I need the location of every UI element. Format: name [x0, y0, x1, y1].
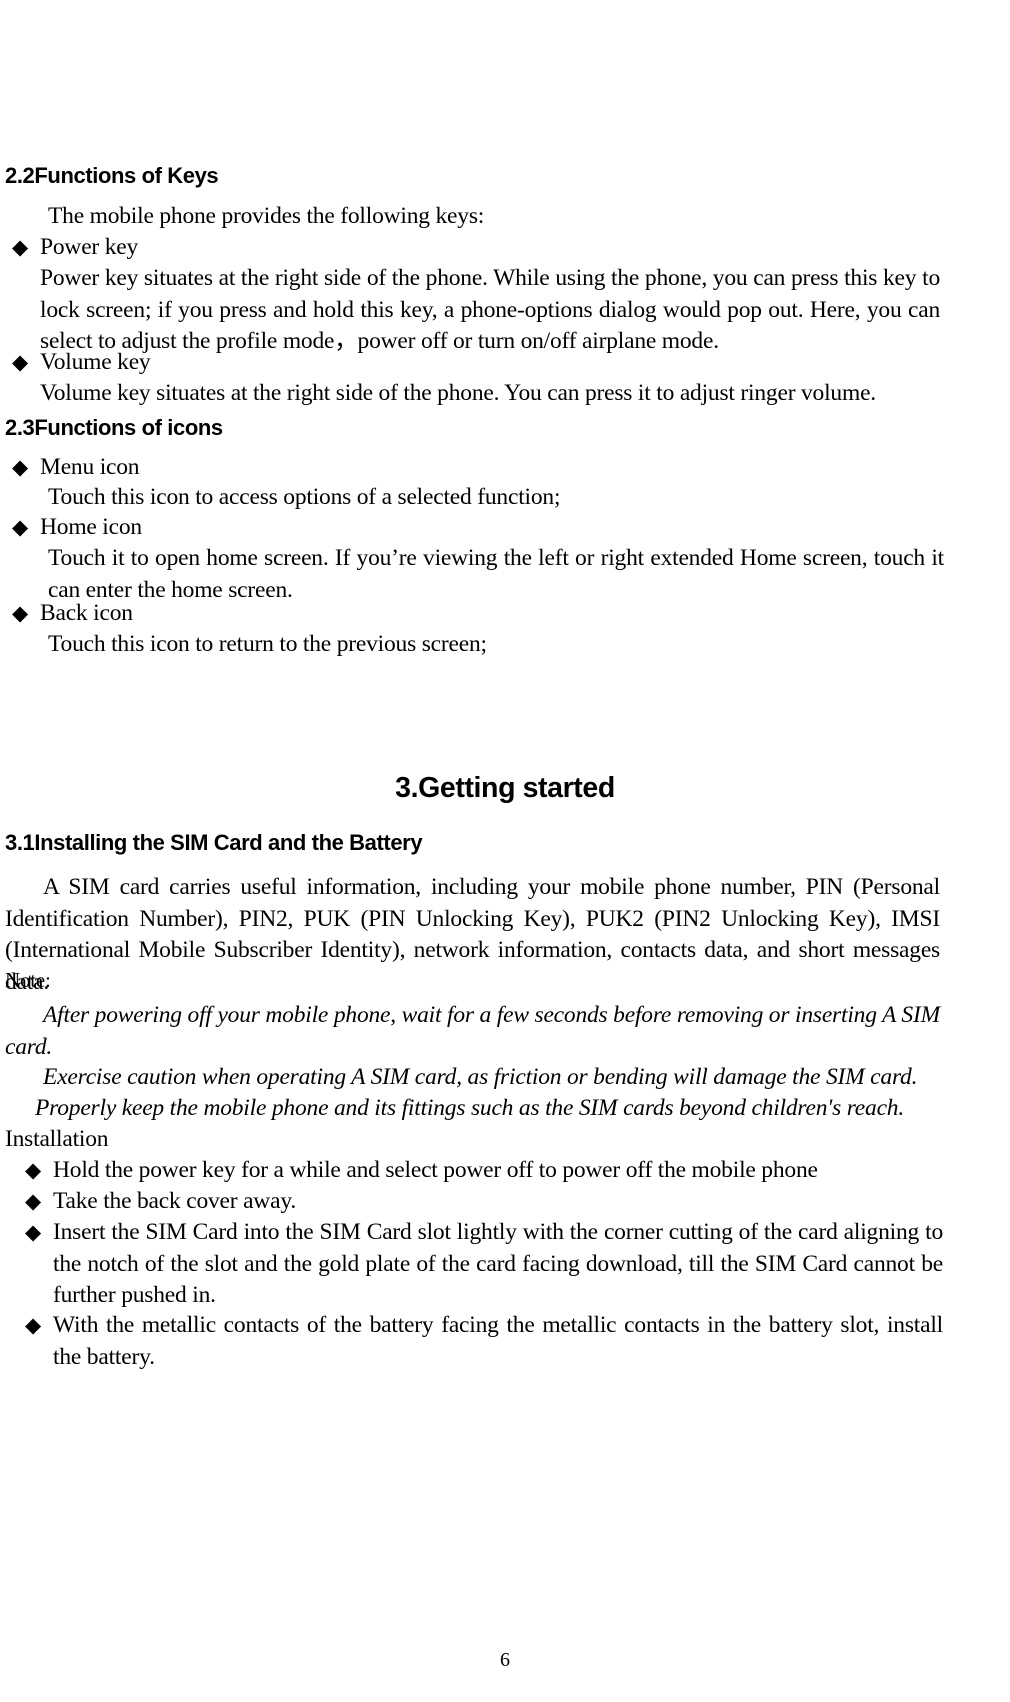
list-item-menu-icon: ◆ Menu icon	[12, 452, 940, 484]
heading-functions-of-keys: 2.2Functions of Keys	[5, 163, 219, 189]
diamond-bullet-icon: ◆	[25, 1220, 42, 1244]
list-item-install-step-2: ◆ Take the back cover away.	[25, 1186, 943, 1218]
page-number: 6	[0, 1648, 1010, 1672]
install-step-text: With the metallic contacts of the batter…	[53, 1312, 943, 1370]
diamond-bullet-icon: ◆	[25, 1313, 42, 1337]
note-item-3-text: Properly keep the mobile phone and its f…	[35, 1095, 905, 1121]
note-item-1-text: After powering off your mobile phone, wa…	[5, 1002, 940, 1060]
heading-installing-sim: 3.1Installing the SIM Card and the Batte…	[5, 830, 423, 856]
list-item-home-icon: ◆ Home icon	[12, 512, 940, 544]
document-page: 2.2Functions of Keys The mobile phone pr…	[0, 0, 1010, 1702]
install-step-text: Take the back cover away.	[53, 1188, 297, 1214]
back-icon-description-text: Touch this icon to return to the previou…	[48, 631, 487, 657]
diamond-bullet-icon: ◆	[12, 601, 29, 625]
installation-label: Installation	[5, 1124, 405, 1156]
note-item-1: After powering off your mobile phone, wa…	[5, 1000, 940, 1063]
home-icon-description: Touch it to open home screen. If you’re …	[48, 543, 944, 606]
heading-text: 3.1Installing the SIM Card and the Batte…	[5, 830, 423, 855]
keys-intro-text: The mobile phone provides the following …	[48, 203, 485, 229]
page-number-text: 6	[500, 1649, 510, 1671]
keys-intro-paragraph: The mobile phone provides the following …	[48, 201, 948, 233]
note-label: Note:	[5, 966, 405, 994]
diamond-bullet-icon: ◆	[12, 235, 29, 259]
note-item-2: Exercise caution when operating A SIM ca…	[5, 1062, 940, 1094]
list-item-title: Menu icon	[40, 454, 140, 480]
list-item-title: Volume key	[40, 349, 151, 375]
diamond-bullet-icon: ◆	[25, 1158, 42, 1182]
list-item-volume-key: ◆ Volume key	[12, 347, 940, 379]
install-step-text: Insert the SIM Card into the SIM Card sl…	[53, 1219, 943, 1308]
diamond-bullet-icon: ◆	[12, 455, 29, 479]
list-item-title: Power key	[40, 234, 139, 260]
heading-functions-of-icons: 2.3Functions of icons	[5, 415, 223, 441]
list-item-power-key: ◆ Power key	[12, 232, 940, 264]
list-item-back-icon: ◆ Back icon	[12, 598, 940, 630]
menu-icon-description-text: Touch this icon to access options of a s…	[48, 484, 561, 510]
diamond-bullet-icon: ◆	[12, 350, 29, 374]
note-item-3: Properly keep the mobile phone and its f…	[5, 1093, 940, 1125]
note-item-2-text: Exercise caution when operating A SIM ca…	[43, 1064, 918, 1090]
chapter-title: 3.Getting started	[0, 772, 1010, 804]
install-step-text: Hold the power key for a while and selec…	[53, 1157, 818, 1183]
chapter-title-text: 3.Getting started	[395, 772, 615, 804]
power-key-description-text: Power key situates at the right side of …	[40, 265, 940, 354]
diamond-bullet-icon: ◆	[25, 1189, 42, 1213]
home-icon-description-text: Touch it to open home screen. If you’re …	[48, 545, 944, 603]
power-key-description: Power key situates at the right side of …	[40, 263, 940, 358]
menu-icon-description: Touch this icon to access options of a s…	[48, 482, 938, 514]
volume-key-description: Volume key situates at the right side of…	[40, 378, 945, 410]
back-icon-description: Touch this icon to return to the previou…	[48, 629, 938, 661]
list-item-title: Back icon	[40, 600, 133, 626]
note-label-text: Note:	[5, 968, 51, 992]
list-item-title: Home icon	[40, 514, 142, 540]
installation-label-text: Installation	[5, 1126, 109, 1152]
heading-text: 2.2Functions of Keys	[5, 163, 219, 188]
list-item-install-step-3: ◆ Insert the SIM Card into the SIM Card …	[25, 1217, 943, 1312]
diamond-bullet-icon: ◆	[12, 515, 29, 539]
list-item-install-step-1: ◆ Hold the power key for a while and sel…	[25, 1155, 943, 1187]
list-item-install-step-4: ◆ With the metallic contacts of the batt…	[25, 1310, 943, 1373]
volume-key-description-text: Volume key situates at the right side of…	[40, 380, 876, 406]
heading-text: 2.3Functions of icons	[5, 415, 223, 440]
